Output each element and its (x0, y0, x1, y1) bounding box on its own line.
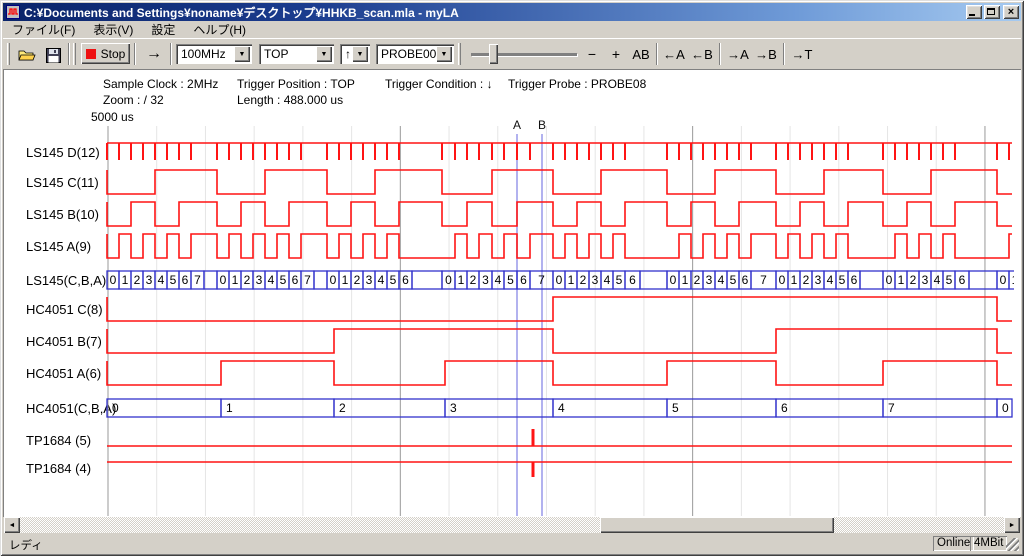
goto-b-label: ←B (691, 47, 713, 62)
toolbar-separator (783, 43, 785, 65)
signal-label: LS145(C,B,A) (26, 273, 106, 288)
dropdown-arrow-icon[interactable]: ▼ (436, 46, 452, 62)
scroll-left-button[interactable]: ◄ (4, 517, 20, 533)
toolbar-separator (170, 43, 172, 65)
ab-label: AB (632, 47, 649, 62)
scroll-right-button[interactable]: ► (1004, 517, 1020, 533)
floppy-icon (46, 48, 61, 63)
scrollbar-thumb[interactable] (600, 517, 834, 533)
goto-a-label: ←A (663, 47, 685, 62)
title-bar: C:¥Documents and Settings¥noname¥デスクトップ¥… (3, 3, 1021, 21)
signal-label: HC4051 A(6) (26, 366, 101, 381)
waveform-client-area (3, 69, 1021, 517)
set-cursor-a-button[interactable]: →A (725, 43, 751, 65)
toolbar-separator (68, 43, 70, 65)
signal-label: LS145 B(10) (26, 207, 99, 222)
goto-cursor-b-button[interactable]: ←B (689, 43, 715, 65)
dropdown-arrow-icon[interactable]: ▼ (352, 46, 368, 62)
toolbar-separator (719, 43, 721, 65)
goto-t-label: →T (792, 47, 813, 62)
trigger-edge-value: ↑ (345, 47, 351, 61)
zoom-slider-track[interactable] (471, 53, 577, 56)
minimize-icon (969, 14, 975, 16)
signal-label: LS145 C(11) (26, 175, 99, 190)
run-button[interactable]: → (140, 43, 168, 65)
stop-icon (86, 49, 96, 59)
open-folder-icon (18, 48, 36, 62)
zoom-slider[interactable] (469, 43, 579, 65)
app-window: C:¥Documents and Settings¥noname¥デスクトップ¥… (0, 0, 1024, 556)
menu-bar: ファイル(F) 表示(V) 設定 ヘルプ(H) (3, 21, 1021, 38)
toolbar: Stop → 100MHz ▼ TOP ▼ ↑ ▼ PROBE00 ▼ − + (3, 38, 1021, 69)
minus-icon: − (588, 46, 596, 62)
goto-trigger-button[interactable]: →T (789, 43, 815, 65)
menu-view[interactable]: 表示(V) (84, 20, 142, 39)
signal-label: HC4051(C,B,A) (26, 401, 116, 416)
length-info: Length : 488.000 us (237, 93, 343, 107)
signal-label: LS145 A(9) (26, 239, 91, 254)
trigger-position-info: Trigger Position : TOP (237, 77, 355, 91)
ab-button[interactable]: AB (629, 43, 653, 65)
menu-help[interactable]: ヘルプ(H) (184, 20, 255, 39)
maximize-button[interactable] (984, 5, 1000, 19)
close-icon: × (1008, 6, 1014, 18)
toolbar-separator (656, 43, 658, 65)
trigger-probe-value: PROBE00 (381, 47, 436, 61)
resize-grip[interactable] (1006, 538, 1019, 551)
run-arrow-icon: → (146, 45, 162, 63)
trigger-edge-select[interactable]: ↑ ▼ (340, 44, 370, 64)
scroll-left-icon: ◄ (9, 522, 16, 529)
trigger-position-select[interactable]: TOP ▼ (259, 44, 334, 64)
plus-icon: + (612, 46, 620, 62)
toolbar-separator (134, 43, 136, 65)
zoom-info: Zoom : / 32 (103, 93, 164, 107)
status-ready-text: レディ (9, 537, 43, 553)
cursor-a-label[interactable]: A (510, 118, 524, 132)
signal-label: TP1684 (4) (26, 461, 91, 476)
window-title: C:¥Documents and Settings¥noname¥デスクトップ¥… (24, 4, 964, 21)
horizontal-scrollbar[interactable]: ◄ ► (4, 517, 1020, 533)
set-b-label: →B (755, 47, 777, 62)
status-memory-badge: 4MBit (970, 536, 1007, 551)
app-icon (6, 5, 20, 19)
dropdown-arrow-icon[interactable]: ▼ (234, 46, 250, 62)
scroll-right-icon: ► (1009, 522, 1016, 529)
toolbar-grip[interactable] (7, 43, 10, 65)
sample-clock-info: Sample Clock : 2MHz (103, 77, 218, 91)
status-online-badge: Online (933, 536, 974, 551)
close-button[interactable]: × (1003, 5, 1019, 19)
zoom-out-button[interactable]: − (581, 43, 603, 65)
sample-clock-select[interactable]: 100MHz ▼ (176, 44, 252, 64)
signal-label: LS145 D(12) (26, 145, 100, 160)
sample-clock-value: 100MHz (181, 47, 226, 61)
maximize-icon (987, 8, 995, 15)
signal-label: HC4051 C(8) (26, 302, 103, 317)
trigger-condition-info: Trigger Condition : ↓ (385, 77, 493, 91)
goto-cursor-a-button[interactable]: ←A (661, 43, 687, 65)
status-bar: レディ Online 4MBit (3, 534, 1021, 553)
stop-button[interactable]: Stop (81, 43, 130, 64)
zoom-slider-thumb[interactable] (489, 44, 498, 64)
cursor-b-label[interactable]: B (535, 118, 549, 132)
signal-label: TP1684 (5) (26, 433, 91, 448)
zoom-in-button[interactable]: + (605, 43, 627, 65)
trigger-probe-select[interactable]: PROBE00 ▼ (376, 44, 454, 64)
stop-label: Stop (101, 47, 126, 61)
signal-label: HC4051 B(7) (26, 334, 102, 349)
menu-settings[interactable]: 設定 (142, 20, 184, 39)
dropdown-arrow-icon[interactable]: ▼ (316, 46, 332, 62)
menu-file[interactable]: ファイル(F) (3, 20, 84, 39)
set-a-label: →A (727, 47, 749, 62)
set-cursor-b-button[interactable]: →B (753, 43, 779, 65)
trigger-position-value: TOP (264, 47, 288, 61)
minimize-button[interactable] (966, 5, 982, 19)
save-button[interactable] (41, 43, 65, 67)
open-file-button[interactable] (15, 43, 39, 67)
toolbar-grip[interactable] (73, 43, 76, 65)
timescale-label: 5000 us (91, 110, 134, 124)
toolbar-grip[interactable] (458, 43, 461, 65)
trigger-probe-info: Trigger Probe : PROBE08 (508, 77, 646, 91)
